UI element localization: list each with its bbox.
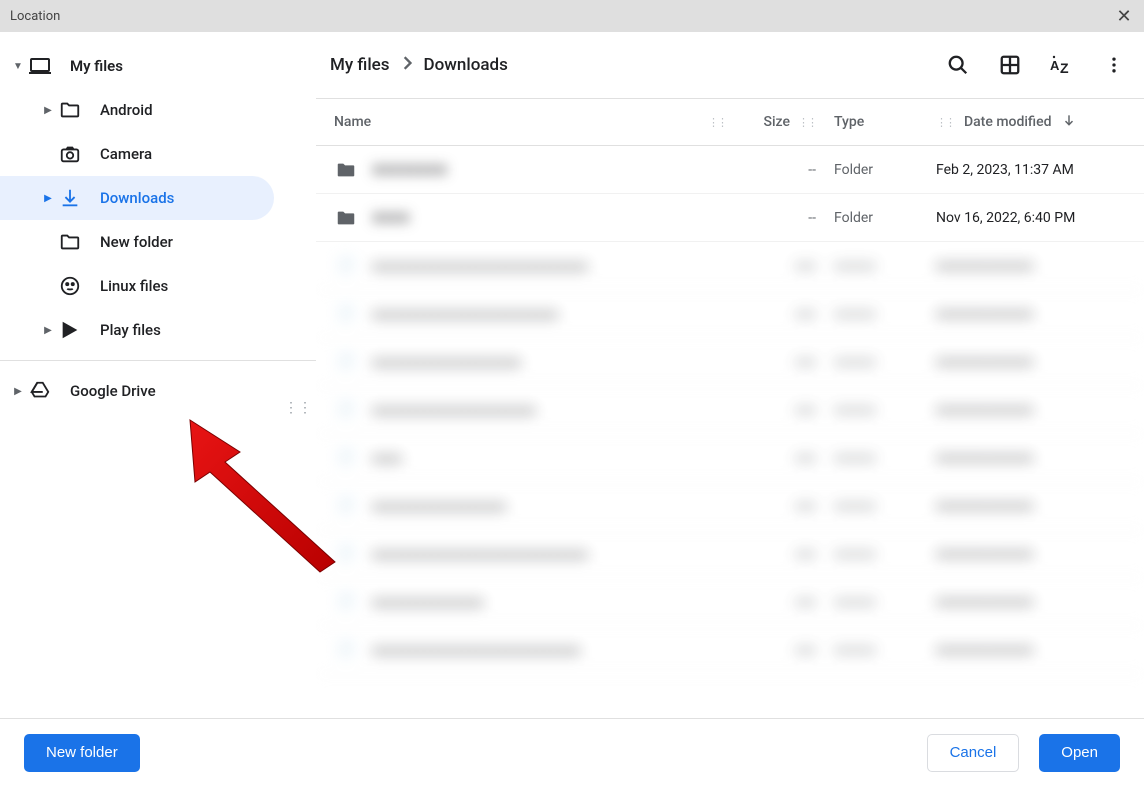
file-row-redacted: 📄xxxxxxxxxxxxxxxxxxxxxxxxxxxxxxxxxxxxxxx…: [316, 626, 1144, 674]
breadcrumb-item[interactable]: My files: [330, 55, 390, 75]
sidebar-item-label: Camera: [100, 145, 152, 163]
caret-right-icon[interactable]: ▶: [8, 386, 28, 397]
caret-right-icon[interactable]: ▶: [38, 325, 58, 336]
main-area: ▼ My files ▶ Android Camera ▶ Do: [0, 32, 1144, 718]
sidebar-item-label: New folder: [100, 233, 173, 251]
column-resize-icon[interactable]: ⋮⋮: [936, 116, 954, 129]
sidebar-item-linux[interactable]: Linux files: [0, 264, 274, 308]
sidebar-item-label: Linux files: [100, 277, 168, 295]
window-title: Location: [10, 9, 60, 24]
play-icon: [58, 318, 82, 342]
file-size: --: [736, 210, 816, 226]
file-row-redacted: 📄xxxxxxxxxxxxxxxxxxxxxxxxxxxxxxxxxxxxxxx…: [316, 242, 1144, 290]
close-icon[interactable]: ✕: [1114, 6, 1134, 27]
column-date[interactable]: ⋮⋮ Date modified: [936, 113, 1126, 131]
toolbar-actions: AZ: [946, 53, 1126, 77]
cancel-button[interactable]: Cancel: [927, 734, 1020, 772]
column-resize-icon[interactable]: ⋮⋮: [708, 116, 726, 129]
column-name[interactable]: Name ⋮⋮: [334, 114, 736, 130]
sidebar-item-google-drive[interactable]: ▶ Google Drive: [0, 369, 274, 413]
sidebar-item-label: Downloads: [100, 189, 174, 207]
camera-icon: [58, 142, 82, 166]
breadcrumb-item[interactable]: Downloads: [424, 55, 508, 75]
folder-icon: [334, 206, 358, 230]
file-date: Nov 16, 2022, 6:40 PM: [936, 210, 1126, 226]
svg-text:A: A: [1050, 58, 1060, 73]
sort-az-icon[interactable]: AZ: [1050, 53, 1074, 77]
file-row-redacted: 📄xxxxxxxxxxxxxxxxxxxxxxxxxxxxxxxxxxxxxxx…: [316, 386, 1144, 434]
file-date: Feb 2, 2023, 11:37 AM: [936, 162, 1126, 178]
caret-right-icon[interactable]: ▶: [38, 105, 58, 116]
file-row-redacted: 📄xxxxxxxxxxxxxxxxxxxxxxxxxxxxxxxxxxxxxxx…: [316, 530, 1144, 578]
file-type: Folder: [816, 210, 936, 226]
grid-view-icon[interactable]: [998, 53, 1022, 77]
sidebar-item-label: Play files: [100, 321, 161, 339]
linux-icon: [58, 274, 82, 298]
column-resize-icon[interactable]: ⋮⋮: [798, 116, 816, 129]
drag-handle-icon[interactable]: ⋮⋮: [284, 400, 312, 416]
sidebar-item-label: Android: [100, 101, 153, 119]
file-name: XXXX: [372, 209, 410, 227]
file-list: XXXXXXXX -- Folder Feb 2, 2023, 11:37 AM…: [316, 146, 1144, 718]
more-icon[interactable]: [1102, 53, 1126, 77]
file-size: --: [736, 162, 816, 178]
content-panel: My files Downloads AZ: [316, 32, 1144, 718]
sidebar-item-new-folder[interactable]: New folder: [0, 220, 274, 264]
column-name-label: Name: [334, 114, 371, 130]
file-row[interactable]: XXXX -- Folder Nov 16, 2022, 6:40 PM: [316, 194, 1144, 242]
file-type: Folder: [816, 162, 936, 178]
file-row-redacted: 📄xxxxxxxxxxxxxxxxxxxxxxxxxxxxxxxxxxxxxxx…: [316, 290, 1144, 338]
sidebar-item-label: Google Drive: [70, 382, 156, 400]
breadcrumb: My files Downloads: [330, 55, 508, 75]
caret-right-icon[interactable]: ▶: [38, 193, 58, 204]
open-button[interactable]: Open: [1039, 734, 1120, 772]
file-row-redacted: 📄xxxxxxxxxxxxxxxxxxxxxxxxxxxxxxxxxxxxxx: [316, 578, 1144, 626]
file-name: XXXXXXXX: [372, 161, 447, 179]
new-folder-button[interactable]: New folder: [24, 734, 140, 772]
download-icon: [58, 186, 82, 210]
file-row-redacted: 📄xxxxxxxxxxxxxxxxxxxxxxxxxxxxxxxxxxxxxxx…: [316, 482, 1144, 530]
file-row-redacted: 📄xxxxxxxxxxxxxxxxxxxxxxxxxxxxxxxxxxxxxxx…: [316, 338, 1144, 386]
footer: New folder Cancel Open: [0, 718, 1144, 786]
sidebar-root-my-files[interactable]: ▼ My files: [0, 44, 274, 88]
sidebar-item-downloads[interactable]: ▶ Downloads: [0, 176, 274, 220]
google-drive-icon: [28, 379, 52, 403]
laptop-icon: [28, 54, 52, 78]
sidebar-item-camera[interactable]: Camera: [0, 132, 274, 176]
column-type-label: Type: [834, 114, 864, 130]
sidebar-item-play[interactable]: ▶ Play files: [0, 308, 274, 352]
sidebar: ▼ My files ▶ Android Camera ▶ Do: [0, 32, 316, 718]
sidebar-root-label: My files: [70, 57, 123, 75]
file-row-redacted: 📄xxxxxxxxxxxxxxxxxxxxxxxxxxx: [316, 434, 1144, 482]
caret-down-icon[interactable]: ▼: [8, 61, 28, 72]
toolbar: My files Downloads AZ: [316, 32, 1144, 98]
sidebar-divider: [0, 360, 316, 361]
folder-icon: [58, 230, 82, 254]
chevron-right-icon: [402, 56, 412, 74]
svg-text:Z: Z: [1060, 60, 1069, 76]
file-row[interactable]: XXXXXXXX -- Folder Feb 2, 2023, 11:37 AM: [316, 146, 1144, 194]
titlebar: Location ✕: [0, 0, 1144, 32]
column-date-label: Date modified: [964, 114, 1052, 130]
sort-desc-icon[interactable]: [1062, 113, 1076, 131]
column-size[interactable]: Size ⋮⋮: [736, 114, 816, 130]
folder-icon: [334, 158, 358, 182]
folder-icon: [58, 98, 82, 122]
search-icon[interactable]: [946, 53, 970, 77]
sidebar-item-android[interactable]: ▶ Android: [0, 88, 274, 132]
column-size-label: Size: [764, 114, 790, 130]
column-type[interactable]: Type: [816, 114, 936, 130]
table-header: Name ⋮⋮ Size ⋮⋮ Type ⋮⋮ Date modified: [316, 98, 1144, 146]
